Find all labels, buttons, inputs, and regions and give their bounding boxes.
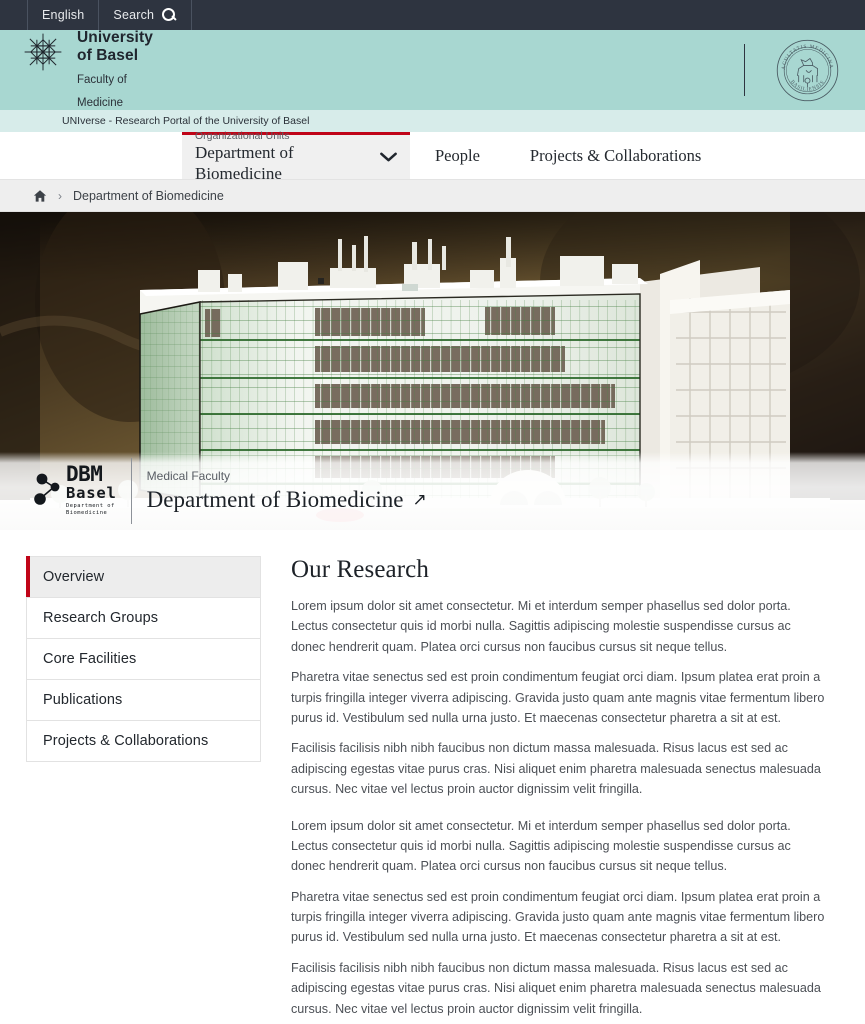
brand-header: University of Basel Faculty of Medicine … [0,29,865,110]
body-paragraph-2: Pharetra vitae senectus sed est proin co… [291,670,825,725]
header-divider [744,44,745,96]
hero-banner: DBM Basel Department of Biomedicine Medi… [0,212,865,530]
chevron-down-icon [380,152,397,162]
sidebar-item-projects-collaborations[interactable]: Projects & Collaborations [26,720,261,762]
topbar-left-spacer [0,0,28,30]
dbm-wordmark: DBM Basel Department of Biomedicine [66,461,117,517]
dropdown-text: Organizational Units Department of Biome… [195,130,379,184]
sidebar-item-publications[interactable]: Publications [26,679,261,720]
breadcrumb: › Department of Biomedicine [0,180,865,212]
top-utility-bar: English Search [0,0,865,30]
sidebar-item-label: Overview [43,569,105,585]
sidebar-item-label: Research Groups [43,610,159,626]
hero-title-text: Department of Biomedicine [146,486,404,512]
hero-title[interactable]: Department of Biomedicine ↗ [147,486,427,513]
dbm-line-department: Department of [66,502,115,509]
dropdown-label: Organizational Units [195,130,290,143]
language-label: English [42,8,85,22]
sidebar-item-label: Core Facilities [43,651,137,667]
body-paragraph-3: Facilisis facilisis nibh nibh faucibus n… [291,741,821,797]
dbm-line-basel: Basel [66,483,117,502]
university-of-basel-logo-icon [24,33,62,71]
sidebar-item-core-facilities[interactable]: Core Facilities [26,638,261,679]
sidebar-item-research-groups[interactable]: Research Groups [26,597,261,638]
dropdown-selected-value: Department of Biomedicine [195,143,294,183]
university-name-line1: University [77,29,153,47]
page-title: Our Research [291,556,429,583]
molecule-icon [34,473,60,505]
sidebar-item-label: Publications [43,692,123,708]
body-paragraph-1: Lorem ipsum dolor sit amet consectetur. … [291,599,791,654]
nav-link-people[interactable]: People [410,132,505,180]
dbm-line-dbm: DBM [66,461,103,486]
dbm-line-biomedicine: Biomedicine [66,510,108,517]
hero-title-overlay: DBM Basel Department of Biomedicine Medi… [0,452,865,530]
faculty-seal-wrap: FACULTATIS MEDICINAE BASILIENSIS [744,30,839,110]
content-area: Overview Research Groups Core Facilities… [0,530,865,1024]
language-switcher[interactable]: English [28,0,100,30]
breadcrumb-separator: › [58,188,62,203]
breadcrumb-current-page: Department of Biomedicine [73,188,224,203]
body-paragraph-6: Facilisis facilisis nibh nibh faucibus n… [291,960,821,1016]
hero-logo-divider [130,458,132,524]
search-icon [162,7,177,23]
sidebar-item-label: Projects & Collaborations [43,733,209,749]
sidebar-item-overview[interactable]: Overview [26,556,261,598]
search-label: Search [113,8,155,22]
nav-link-projects-collaborations[interactable]: Projects & Collaborations [505,132,726,180]
body-paragraph-5: Pharetra vitae senectus sed est proin co… [291,889,825,945]
university-logo-link[interactable]: University of Basel Faculty of Medicine [22,29,153,110]
page-root: English Search University of Basel Facul… [0,0,865,1024]
main-content-column: Our Research Lorem ipsum dolor sit amet … [291,556,843,1024]
faculty-of-medicine-seal-icon: FACULTATIS MEDICINAE BASILIENSIS [776,39,839,101]
nav-left-spacer [0,132,182,179]
dbm-basel-logo[interactable]: DBM Basel Department of Biomedicine [34,461,117,517]
main-navigation: Organizational Units Department of Biome… [0,130,865,183]
organizational-units-dropdown[interactable]: Organizational Units Department of Biome… [182,130,410,183]
search-button[interactable]: Search [99,0,193,30]
university-wordmark: University of Basel Faculty of Medicine [77,29,153,110]
body-paragraph-4: Lorem ipsum dolor sit amet consectetur. … [291,818,791,874]
universe-portal-label: UNIverse - Research Portal of the Univer… [62,115,310,127]
home-icon[interactable] [33,189,47,203]
hero-kicker: Medical Faculty [146,469,231,484]
section-sidebar-nav: Overview Research Groups Core Facilities… [26,556,261,1024]
external-link-arrow-icon: ↗ [412,489,427,509]
universe-portal-strip: UNIverse - Research Portal of the Univer… [0,110,865,132]
faculty-line2: Medicine [77,97,124,110]
hero-title-block: Medical Faculty Department of Biomedicin… [147,469,427,513]
faculty-line1: Faculty of [77,73,127,86]
university-name-line2: of Basel [77,46,139,64]
nav-links: People Projects & Collaborations [410,132,726,179]
